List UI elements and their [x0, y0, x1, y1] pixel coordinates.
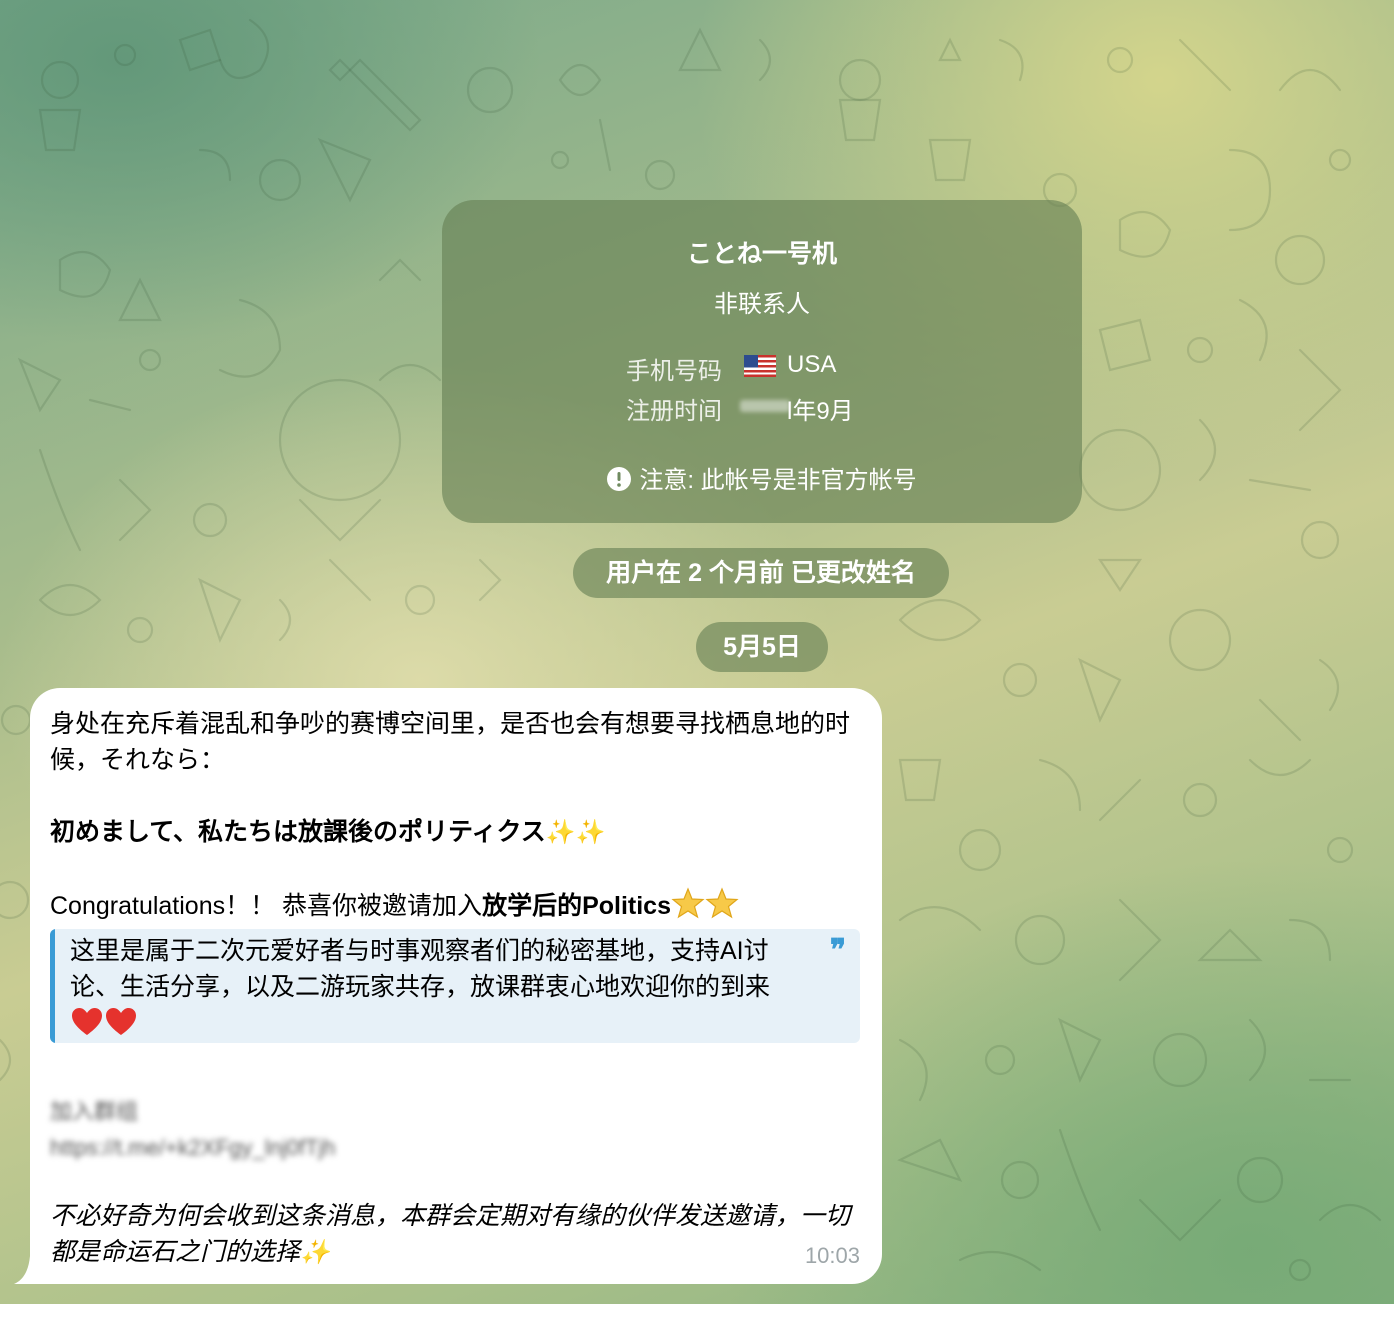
- message-invite: Congratulations！！ 恭喜你被邀请加入放学后的Politics: [50, 886, 860, 924]
- quote-text: 这里是属于二次元爱好者与时事观察者们的秘密基地，支持AI讨论、生活分享，以及二游…: [70, 933, 810, 1043]
- group-name: 放学后的Politics: [482, 892, 671, 920]
- greeting-text: 初めまして、私たちは放課後のポリティクス: [50, 818, 546, 846]
- unofficial-warning: 注意: 此帐号是非官方帐号: [442, 460, 1082, 495]
- phone-value: USA: [787, 351, 837, 378]
- registered-row: 注册时间 l年9月: [442, 391, 1082, 425]
- star-emoji-icon: [705, 887, 739, 919]
- sparkles-emoji: ✨: [300, 1239, 330, 1266]
- registered-value: l年9月: [787, 398, 854, 425]
- heart-emoji-icon: [72, 1008, 102, 1035]
- message-bubble[interactable]: 身处在充斥着混乱和争吵的赛博空间里，是否也会有想要寻找栖息地的时候，それなら： …: [30, 688, 882, 1284]
- message-time: 10:03: [804, 1243, 860, 1268]
- blurred-year: [740, 400, 790, 412]
- message-closing: 不必好奇为何会收到这条消息，本群会定期对有缘的伙伴发送邀请，一切都是命运石之门的…: [50, 1198, 862, 1271]
- quote-accent-bar: [50, 929, 55, 1043]
- closing-text: 不必好奇为何会收到这条消息，本群会定期对有缘的伙伴发送邀请，一切都是命运石之门的…: [50, 1202, 851, 1266]
- message-greeting: 初めまして、私たちは放課後のポリティクス✨✨: [50, 814, 860, 851]
- sparkles-emoji: ✨✨: [545, 819, 606, 846]
- usa-flag-icon: [744, 355, 776, 377]
- message-intro: 身处在充斥着混乱和争吵的赛博空间里，是否也会有想要寻找栖息地的时候，それなら：: [50, 710, 851, 774]
- warning-text: 注意: 此帐号是非官方帐号: [639, 467, 917, 494]
- phone-label: 手机号码: [626, 358, 722, 385]
- date-separator[interactable]: 5月5日: [696, 622, 828, 672]
- invite-prefix: Congratulations！！ 恭喜你被邀请加入: [50, 892, 483, 920]
- profile-name: ことね一号机: [686, 240, 837, 268]
- bottom-strip: [0, 1304, 1394, 1322]
- name-change-notice: 用户在 2 个月前 已更改姓名: [573, 548, 949, 598]
- phone-row: 手机号码 USA: [442, 351, 1082, 385]
- star-emoji-icon: [671, 887, 705, 919]
- contact-status: 非联系人: [714, 291, 810, 318]
- quote-body: 这里是属于二次元爱好者与时事观察者们的秘密基地，支持AI讨论、生活分享，以及二游…: [70, 937, 771, 1001]
- registered-label: 注册时间: [626, 398, 722, 425]
- quote-mark-icon: ❞: [829, 933, 846, 968]
- blurred-join-label: 加入群组: [50, 1099, 139, 1124]
- heart-emoji-icon: [106, 1008, 136, 1035]
- profile-info-card: ことね一号机 非联系人 手机号码 USA 注册时间 l年9月 注意: 此帐号是非…: [442, 200, 1082, 523]
- block-quote: 这里是属于二次元爱好者与时事观察者们的秘密基地，支持AI讨论、生活分享，以及二游…: [50, 929, 860, 1043]
- blurred-invite-link[interactable]: https://t.me/+k2XFgy_lnj0fTjh: [50, 1130, 336, 1166]
- exclamation-circle-icon: [607, 467, 632, 491]
